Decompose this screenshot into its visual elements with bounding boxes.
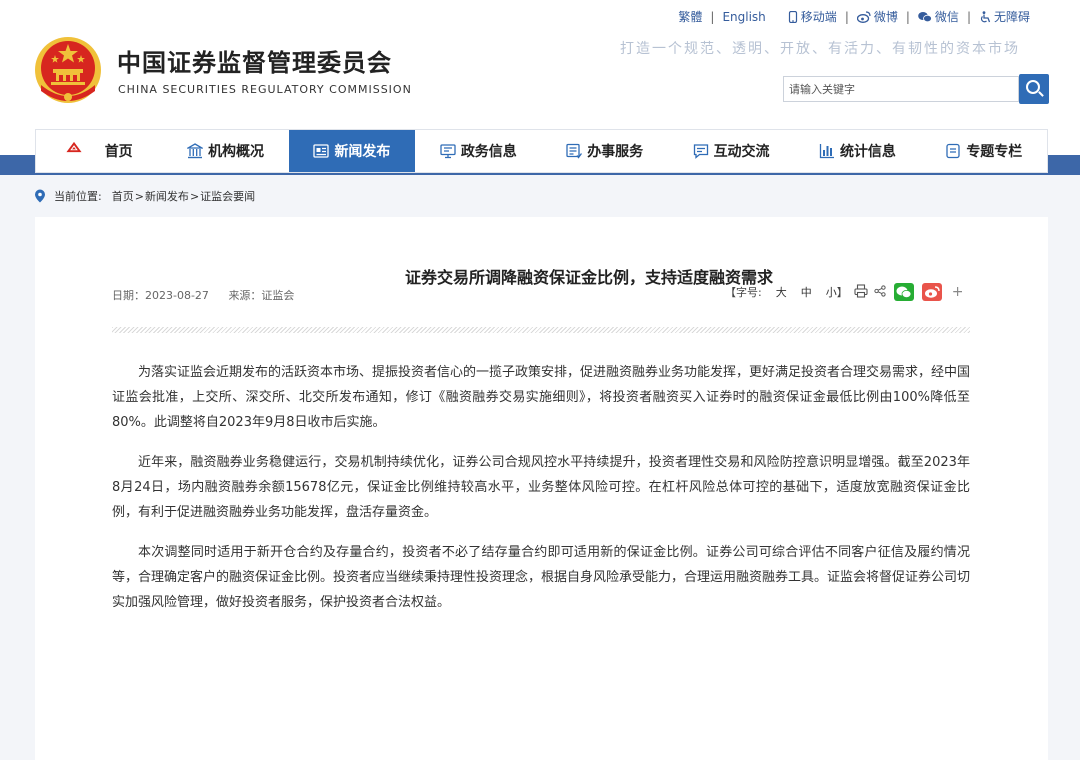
site-title: 中国证券监督管理委员会 (117, 49, 392, 77)
location-pin-icon (34, 189, 46, 203)
topic-icon (945, 143, 961, 159)
article-meta: 日期：2023-08-27 来源：证监会 (112, 287, 294, 303)
font-size-label: 【字号: (725, 286, 762, 299)
article-paragraph: 为落实证监会近期发布的活跃资本市场、提振投资者信心的一揽子政策安排，促进融资融券… (112, 365, 971, 430)
article-body: 为落实证监会近期发布的活跃资本市场、提振投资者信心的一揽子政策安排，促进融资融券… (112, 360, 970, 630)
mobile-link[interactable]: 移动端 (788, 8, 837, 25)
main-nav: 首页 机构概况 新闻发布 政务信息 办事服务 互动交流 统计信息 专题专栏 (35, 129, 1048, 173)
search-input[interactable] (783, 76, 1019, 102)
breadcrumb-home[interactable]: 首页 (112, 188, 134, 204)
nav-item-news[interactable]: 新闻发布 (288, 130, 416, 172)
separator: | (905, 9, 910, 24)
separator: | (710, 9, 715, 24)
national-emblem-icon[interactable] (33, 35, 103, 105)
accessibility-icon (979, 10, 991, 23)
breadcrumb-prefix: 当前位置: (54, 190, 102, 203)
mobile-icon (788, 10, 798, 23)
print-icon[interactable] (854, 283, 868, 301)
nav-label: 办事服务 (587, 144, 644, 160)
weibo-link[interactable]: 微博 (856, 8, 898, 25)
article-panel: 证券交易所调降融资保证金比例，支持适度融资需求 日期：2023-08-27 来源… (35, 217, 1048, 760)
wechat-link-label: 微信 (934, 10, 959, 24)
monitor-icon (440, 143, 456, 159)
news-icon (313, 143, 330, 159)
wechat-share-icon[interactable] (893, 283, 914, 301)
nav-item-home[interactable]: 首页 (36, 130, 162, 172)
article-paragraph: 近年来，融资融券业务稳健运行，交易机制持续优化，证券公司合规风控水平持续提升，投… (112, 455, 970, 520)
nav-label: 政务信息 (460, 144, 517, 160)
csrc-logo-icon (66, 139, 100, 163)
search-button[interactable] (1019, 74, 1049, 104)
font-size-large[interactable]: 大 (776, 284, 787, 300)
breadcrumb-separator: > (134, 189, 144, 203)
nav-item-topics[interactable]: 专题专栏 (921, 130, 1047, 172)
article-paragraph: 本次调整同时适用于新开仓合约及存量合约，投资者不必了结存量合约即可适用新的保证金… (112, 545, 971, 610)
nav-label: 专题专栏 (966, 144, 1023, 160)
chat-icon (693, 143, 709, 159)
accessibility-link-label: 无障碍 (993, 10, 1030, 24)
article-source: 来源：证监会 (228, 289, 295, 302)
weibo-icon (856, 10, 871, 23)
article-date: 日期：2023-08-27 (112, 289, 209, 302)
font-size-medium[interactable]: 中 (801, 284, 812, 300)
nav-item-statistics[interactable]: 统计信息 (794, 130, 920, 172)
article-tools: 【字号: 大 中 小 】 + (725, 283, 963, 301)
share-icon[interactable] (874, 284, 886, 301)
site-title-english: CHINA SECURITIES REGULATORY COMMISSION (118, 83, 412, 96)
nav-label: 首页 (104, 144, 133, 160)
traditional-chinese-link[interactable]: 繁體 (678, 8, 702, 25)
font-size-small[interactable]: 小 (826, 284, 837, 300)
nav-item-interaction[interactable]: 互动交流 (668, 130, 794, 172)
nav-item-institution[interactable]: 机构概况 (162, 130, 288, 172)
wechat-link[interactable]: 微信 (918, 8, 959, 25)
utility-links: 繁體 | English 移动端 | 微博 | 微信 | 无障碍 (678, 8, 1030, 25)
breadcrumb-separator: > (189, 189, 200, 203)
nav-item-services[interactable]: 办事服务 (542, 130, 668, 172)
mobile-link-label: 移动端 (800, 10, 837, 24)
accessibility-link[interactable]: 无障碍 (979, 8, 1030, 25)
nav-label: 机构概况 (208, 144, 265, 160)
site-slogan: 打造一个规范、透明、开放、有活力、有韧性的资本市场 (620, 41, 1020, 57)
breadcrumb: 当前位置: 首页 > 新闻发布 > 证监会要闻 (34, 188, 255, 204)
weibo-share-icon[interactable] (921, 283, 942, 301)
nav-label: 新闻发布 (334, 144, 391, 160)
chart-icon (819, 143, 835, 159)
nav-label: 统计信息 (839, 144, 896, 160)
english-link[interactable]: English (722, 10, 765, 24)
wechat-icon (918, 11, 932, 23)
separator: | (844, 9, 849, 24)
weibo-link-label: 微博 (873, 10, 898, 24)
nav-label: 互动交流 (713, 144, 770, 160)
more-share-button[interactable]: + (952, 284, 964, 300)
institution-icon (187, 143, 204, 159)
breadcrumb-csrc-news[interactable]: 证监会要闻 (200, 188, 255, 204)
title-divider (112, 327, 970, 333)
nav-item-government-info[interactable]: 政务信息 (415, 130, 541, 172)
font-size-close: 】 (836, 286, 848, 299)
breadcrumb-news[interactable]: 新闻发布 (145, 188, 189, 204)
separator: | (966, 9, 971, 24)
list-icon (566, 143, 583, 159)
